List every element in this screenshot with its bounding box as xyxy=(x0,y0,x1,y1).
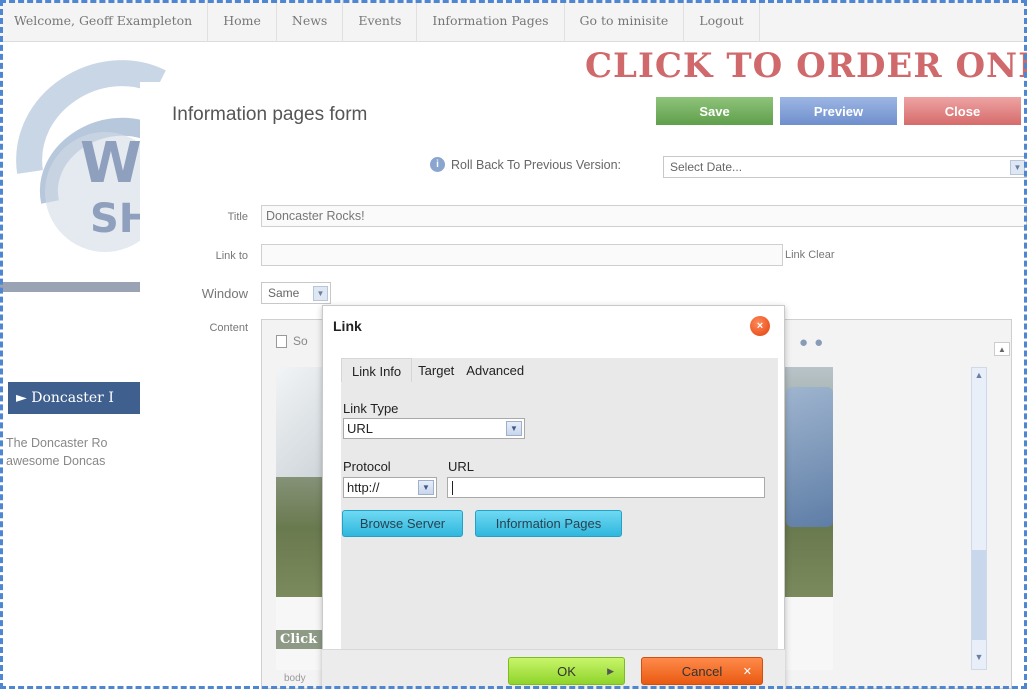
save-button[interactable]: Save xyxy=(656,97,773,125)
side-text-line-1: The Doncaster Ro xyxy=(6,436,108,450)
text-caret xyxy=(452,480,453,495)
info-icon: i xyxy=(430,157,445,172)
close-icon: ✕ xyxy=(742,665,752,678)
ok-button-label: OK xyxy=(557,663,576,679)
dialog-tabs: Link Info Target Advanced xyxy=(341,358,530,382)
editor-toolbar-source[interactable]: So xyxy=(276,334,308,348)
link-to-field[interactable] xyxy=(261,244,783,266)
link-type-select[interactable]: URL ▼ xyxy=(343,418,525,439)
protocol-value: http:// xyxy=(347,480,380,495)
preview-button[interactable]: Preview xyxy=(780,97,897,125)
editor-element-path[interactable]: body xyxy=(284,673,306,684)
url-label: URL xyxy=(448,459,475,474)
editor-scrollbar-thumb[interactable] xyxy=(972,550,986,640)
tab-target[interactable]: Target xyxy=(412,358,460,382)
side-text: The Doncaster Ro awesome Doncas xyxy=(6,434,140,470)
tab-advanced[interactable]: Advanced xyxy=(460,358,530,382)
svg-text:W: W xyxy=(80,131,142,196)
window-select[interactable]: Same ▼ xyxy=(261,282,331,304)
form-title: Information pages form xyxy=(172,104,368,125)
side-text-line-2: awesome Doncas xyxy=(6,454,106,468)
title-field[interactable]: Doncaster Rocks! xyxy=(261,205,1027,227)
flag-shape xyxy=(786,387,833,527)
dialog-footer: OK ▶ Cancel ✕ xyxy=(322,649,785,689)
nav-information-pages[interactable]: Information Pages xyxy=(417,0,565,42)
rollback-date-value: Select Date... xyxy=(670,160,743,174)
cancel-button[interactable]: Cancel ✕ xyxy=(641,657,763,685)
side-link-doncaster[interactable]: ► Doncaster I xyxy=(8,382,140,414)
title-label: Title xyxy=(227,211,248,223)
chevron-down-icon: ▼ xyxy=(1010,160,1025,175)
replace-icon[interactable]: ● xyxy=(814,334,823,351)
ok-button[interactable]: OK ▶ xyxy=(508,657,625,685)
editor-collapse-button[interactable]: ▲ xyxy=(994,342,1010,356)
banner-text: CLICK TO ORDER ONLINE xyxy=(585,46,1027,82)
tab-link-info[interactable]: Link Info xyxy=(341,358,413,382)
order-banner: CLICK TO ORDER ONLINE xyxy=(140,42,1027,82)
source-icon xyxy=(276,334,287,348)
link-type-value: URL xyxy=(347,421,374,436)
nav-go-to-minisite[interactable]: Go to minisite xyxy=(565,0,685,42)
dialog-title: Link xyxy=(333,318,362,334)
scroll-down-icon[interactable]: ▼ xyxy=(972,650,986,664)
window-label: Window xyxy=(201,286,248,301)
editor-right-icons: ● ● xyxy=(799,334,823,351)
scroll-up-icon[interactable]: ▲ xyxy=(972,368,986,382)
nav-home[interactable]: Home xyxy=(208,0,277,42)
rollback-date-select[interactable]: Select Date... ▼ xyxy=(663,156,1027,178)
chevron-down-icon: ▼ xyxy=(506,421,522,436)
title-field-value: Doncaster Rocks! xyxy=(266,209,365,223)
chevron-down-icon: ▼ xyxy=(313,286,328,301)
browse-server-button[interactable]: Browse Server xyxy=(342,510,463,537)
find-icon[interactable]: ● xyxy=(799,334,808,351)
rollback-label: Roll Back To Previous Version: xyxy=(451,157,621,172)
site-band xyxy=(0,282,140,292)
welcome-text: Welcome, Geoff Exampleton xyxy=(0,0,209,42)
arrow-right-icon: ▶ xyxy=(607,665,614,676)
top-nav: Welcome, Geoff Exampleton Home News Even… xyxy=(0,0,1027,42)
link-dialog: Link × Link Info Target Advanced Link Ty… xyxy=(322,305,785,689)
protocol-label: Protocol xyxy=(343,459,391,474)
url-input[interactable] xyxy=(447,477,765,498)
nav-events[interactable]: Events xyxy=(343,0,418,42)
nav-news[interactable]: News xyxy=(277,0,344,42)
window-select-value: Same xyxy=(268,286,300,300)
protocol-select[interactable]: http:// ▼ xyxy=(343,477,437,498)
content-label: Content xyxy=(209,322,248,334)
chevron-down-icon: ▼ xyxy=(418,480,434,495)
close-button[interactable]: Close xyxy=(904,97,1021,125)
link-type-label: Link Type xyxy=(343,401,399,416)
editor-toolbar-fragment: So xyxy=(293,334,308,348)
link-to-label: Link to xyxy=(215,250,248,262)
nav-logout[interactable]: Logout xyxy=(684,0,760,42)
dialog-close-icon[interactable]: × xyxy=(750,316,770,336)
information-pages-button[interactable]: Information Pages xyxy=(475,510,622,537)
link-clear[interactable]: Link Clear xyxy=(785,249,835,261)
rollback-row: i Roll Back To Previous Version: xyxy=(430,157,621,172)
cancel-button-label: Cancel xyxy=(681,663,723,679)
